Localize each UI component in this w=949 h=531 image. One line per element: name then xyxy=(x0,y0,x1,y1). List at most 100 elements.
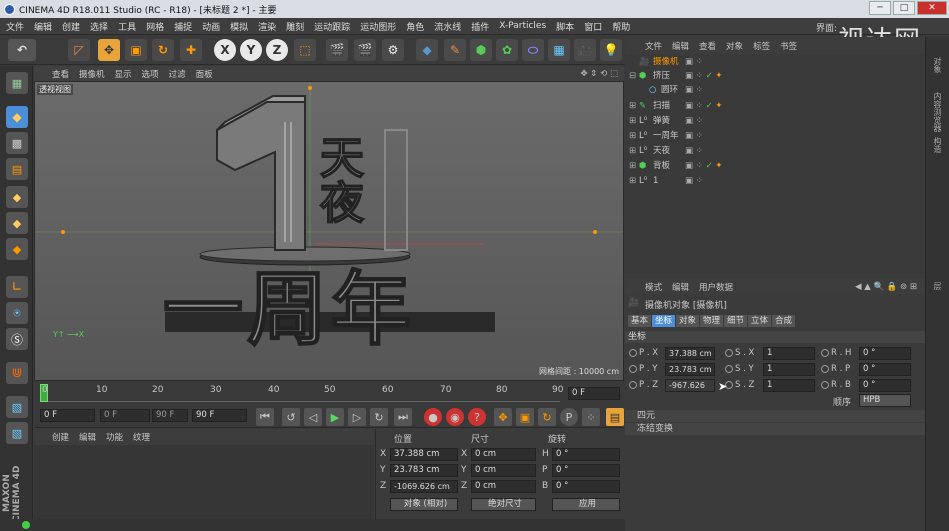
material-menu-create[interactable]: 创建 xyxy=(52,431,69,443)
perspective-viewport[interactable]: 透视视图 天 夜 一周年 1 Y↑ ⟶X 网格间距 : 10000 cm xyxy=(34,81,624,381)
texture-mode-icon[interactable]: ▩ xyxy=(6,132,28,154)
make-editable-icon[interactable]: ▦ xyxy=(6,72,28,94)
rotation-p-field[interactable]: 0 ° xyxy=(552,464,620,477)
order-dropdown[interactable]: HPB xyxy=(859,394,911,407)
object-visibility-icon[interactable]: ▣ ⁘ ✓ ✦ xyxy=(685,70,723,82)
om-menu-objects[interactable]: 对象 xyxy=(726,40,743,52)
tab-details[interactable]: 细节 xyxy=(724,315,748,327)
attr-rh-field[interactable]: 0 ° xyxy=(859,347,911,360)
menu-snap[interactable]: 捕捉 xyxy=(174,20,192,33)
side-tab-content-browser[interactable]: 内容浏览器 xyxy=(932,92,943,132)
menu-script[interactable]: 脚本 xyxy=(556,20,574,33)
menu-render[interactable]: 渲染 xyxy=(258,20,276,33)
deformer-icon[interactable]: ⬭ xyxy=(522,39,544,61)
coordinate-system-icon[interactable]: ⬚ xyxy=(294,39,316,61)
lock-workplane-icon[interactable]: ▧ xyxy=(6,396,28,418)
tab-composition[interactable]: 合成 xyxy=(772,315,796,327)
key-pla-icon[interactable]: ⁘ xyxy=(582,408,600,426)
timeline-track[interactable] xyxy=(40,384,560,402)
menu-animate[interactable]: 动画 xyxy=(202,20,220,33)
attr-sy-field[interactable]: 1 xyxy=(763,363,815,376)
rotate-tool-icon[interactable]: ↻ xyxy=(152,39,174,61)
previous-key-icon[interactable]: ↺ xyxy=(282,408,300,426)
next-key-icon[interactable]: ↻ xyxy=(370,408,388,426)
scale-tool-icon[interactable]: ▣ xyxy=(125,39,147,61)
attr-rb-field[interactable]: 0 ° xyxy=(859,379,911,392)
tab-basic[interactable]: 基本 xyxy=(628,315,652,327)
menu-xparticles[interactable]: X-Particles xyxy=(499,21,546,31)
autokey-icon[interactable]: ◉ xyxy=(446,408,464,426)
size-y-field[interactable]: 0 cm xyxy=(471,464,536,477)
object-visibility-icon[interactable]: ▣ ⁘ xyxy=(685,175,703,187)
viewport-menu-panel[interactable]: 面板 xyxy=(196,68,213,80)
z-axis-lock-button[interactable]: Z xyxy=(266,39,288,61)
attr-rp-field[interactable]: 0 ° xyxy=(859,363,911,376)
camera-icon[interactable]: 🎥 xyxy=(574,39,596,61)
tab-object[interactable]: 对象 xyxy=(676,315,700,327)
subdivision-icon[interactable]: ⬢ xyxy=(470,39,492,61)
viewport-navigation-icons[interactable]: ✥ ⇕ ⟲ ⬚ xyxy=(580,69,618,79)
start-frame-field[interactable]: 0 F xyxy=(40,409,95,422)
preview-end-field[interactable]: 90 F xyxy=(152,409,188,422)
menu-simulate[interactable]: 模拟 xyxy=(230,20,248,33)
material-menu-texture[interactable]: 纹理 xyxy=(133,431,150,443)
minimize-button[interactable]: ─ xyxy=(869,1,891,15)
menu-select[interactable]: 选择 xyxy=(90,20,108,33)
attr-nav-icons[interactable]: ◀ ▲ 🔍 🔒 ⊚ ⊞ xyxy=(855,282,917,292)
om-menu-file[interactable]: 文件 xyxy=(645,40,662,52)
render-picture-viewer-icon[interactable]: 🎬 xyxy=(354,39,376,61)
record-keyframe-icon[interactable]: ● xyxy=(424,408,442,426)
snap-icon[interactable]: Ⓢ xyxy=(6,328,28,350)
viewport-menu-display[interactable]: 显示 xyxy=(115,68,132,80)
object-visibility-icon[interactable]: ▣ ⁘ ✓ ✦ xyxy=(685,160,723,172)
freeze-transform-section[interactable]: 冻结变换 xyxy=(625,423,925,435)
axis-mode-icon[interactable]: ∟ xyxy=(6,276,28,298)
coord-mode-dropdown[interactable]: 对象 (相对) xyxy=(390,498,458,511)
menu-pipeline[interactable]: 流水线 xyxy=(434,20,461,33)
timeline-window-icon[interactable]: ▤ xyxy=(606,408,624,426)
position-z-field[interactable]: -1069.626 cm xyxy=(390,480,458,493)
object-visibility-icon[interactable]: ▣ ⁘ xyxy=(685,115,703,127)
quaternion-section[interactable]: 四元 xyxy=(625,410,925,422)
polygons-mode-icon[interactable]: ◆ xyxy=(6,238,28,260)
object-row-backboard[interactable]: ⊞ ⬢ 背板 ▣ ⁘ ✓ ✦ xyxy=(625,160,925,172)
tweak-mode-icon[interactable]: ⍟ xyxy=(6,302,28,324)
position-x-field[interactable]: 37.388 cm xyxy=(390,448,458,461)
object-row-sweep[interactable]: ⊞ ✎ 扫描 ▣ ⁘ ✓ ✦ xyxy=(625,100,925,112)
move-tool-icon[interactable]: ✥ xyxy=(98,39,120,61)
key-parameter-icon[interactable]: P xyxy=(560,408,578,426)
cloner-icon[interactable]: ✿ xyxy=(496,39,518,61)
rotation-h-field[interactable]: 0 ° xyxy=(552,448,620,461)
magnet-icon[interactable]: ⋓ xyxy=(6,362,28,384)
tab-coord[interactable]: 坐标 xyxy=(652,315,676,327)
timeline-ruler[interactable]: 0 10 20 30 40 50 60 70 80 90 0 F xyxy=(34,382,624,404)
render-settings-icon[interactable]: ⚙ xyxy=(382,39,404,61)
render-view-icon[interactable]: 🎬 xyxy=(326,39,348,61)
pen-spline-icon[interactable]: ✎ xyxy=(444,39,466,61)
menu-motion-tracking[interactable]: 运动跟踪 xyxy=(314,20,350,33)
keyframe-selection-icon[interactable]: ? xyxy=(468,408,486,426)
om-menu-view[interactable]: 查看 xyxy=(699,40,716,52)
key-position-icon[interactable]: ✥ xyxy=(494,408,512,426)
menu-sculpt[interactable]: 雕刻 xyxy=(286,20,304,33)
go-to-end-icon[interactable]: ⏭ xyxy=(394,408,412,426)
attr-sz-field[interactable]: 1 xyxy=(763,379,815,392)
planar-workplane-icon[interactable]: ▧ xyxy=(6,422,28,444)
object-row-extrude[interactable]: ⊟ ⬢ 挤压 ▣ ⁘ ✓ ✦ xyxy=(625,70,925,82)
object-row-anniversary[interactable]: ⊞ L⁰ 一周年 ▣ ⁘ xyxy=(625,130,925,142)
maximize-button[interactable]: □ xyxy=(893,1,915,15)
material-menu-function[interactable]: 功能 xyxy=(106,431,123,443)
live-selection-icon[interactable]: ◸ xyxy=(68,39,90,61)
side-tab-layers[interactable]: 层 xyxy=(932,282,943,290)
menu-edit[interactable]: 编辑 xyxy=(34,20,52,33)
key-scale-icon[interactable]: ▣ xyxy=(516,408,534,426)
floor-icon[interactable]: ▦ xyxy=(548,39,570,61)
om-menu-edit[interactable]: 编辑 xyxy=(672,40,689,52)
menu-window[interactable]: 窗口 xyxy=(584,20,602,33)
rotation-b-field[interactable]: 0 ° xyxy=(552,480,620,493)
next-frame-icon[interactable]: ▷ xyxy=(348,408,366,426)
workplane-icon[interactable]: ▤ xyxy=(6,158,28,180)
object-row-tianye[interactable]: ⊞ L⁰ 天夜 ▣ ⁘ xyxy=(625,145,925,157)
attr-menu-mode[interactable]: 模式 xyxy=(645,281,662,293)
size-mode-dropdown[interactable]: 绝对尺寸 xyxy=(471,498,536,511)
